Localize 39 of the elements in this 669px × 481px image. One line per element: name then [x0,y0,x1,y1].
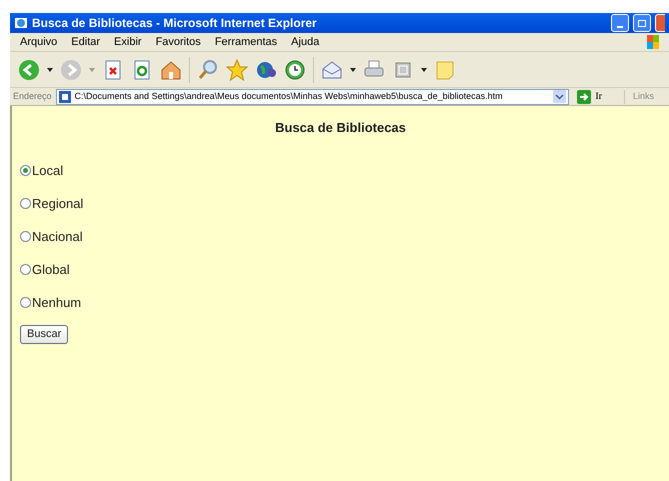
menu-item[interactable]: Editar [71,34,100,50]
radio-option[interactable]: Regional [20,196,84,212]
caret-icon[interactable] [47,68,53,72]
minimize-button[interactable] [611,14,629,32]
address-field[interactable]: C:\Documents and Settings\andrea\Meus documentos\Minhas Webs\minhaweb5\busca_de_bibliotecas.htm [56,88,570,104]
menu-item[interactable]: Favoritos [156,34,201,50]
history-icon[interactable] [284,58,306,80]
page-heading: Busca de Bibliotecas [274,119,407,137]
radio-option[interactable]: Global [20,262,70,278]
radio-option[interactable]: Nacional [20,228,83,244]
menu-item[interactable]: Arquivo [20,34,58,50]
radio-option[interactable]: Local [20,162,64,178]
radio-option[interactable]: Nenhum [20,294,82,310]
star-icon[interactable] [226,58,248,80]
radio-button[interactable] [20,264,31,275]
radio-button[interactable] [20,198,31,209]
go-button[interactable]: Ir [573,89,606,104]
caret-icon[interactable] [421,68,427,72]
menu-item[interactable]: Exibir [114,34,142,50]
restore-button[interactable] [633,14,651,32]
address-label: Endereço [13,90,52,103]
menu-item[interactable]: Ferramentas [214,34,278,50]
home-icon[interactable] [160,58,182,80]
browser-icon [14,16,28,30]
radio-button[interactable] [20,297,31,308]
radio-button[interactable] [20,231,31,242]
radio-button[interactable] [20,165,31,176]
dropdown-icon[interactable] [553,90,566,103]
windows-logo-icon [647,35,659,49]
window-title: Busca de Bibliotecas - Microsoft Internet Explorer [32,15,317,32]
mail-icon[interactable] [321,58,343,80]
search-button[interactable]: Buscar [20,324,68,344]
search-icon[interactable] [197,58,219,80]
go-arrow-icon [577,90,592,104]
back-icon[interactable] [18,58,40,80]
close-button[interactable] [655,14,665,32]
page-icon [58,90,71,102]
caret-icon[interactable] [350,68,356,72]
menu-item[interactable]: Ajuda [291,34,320,50]
